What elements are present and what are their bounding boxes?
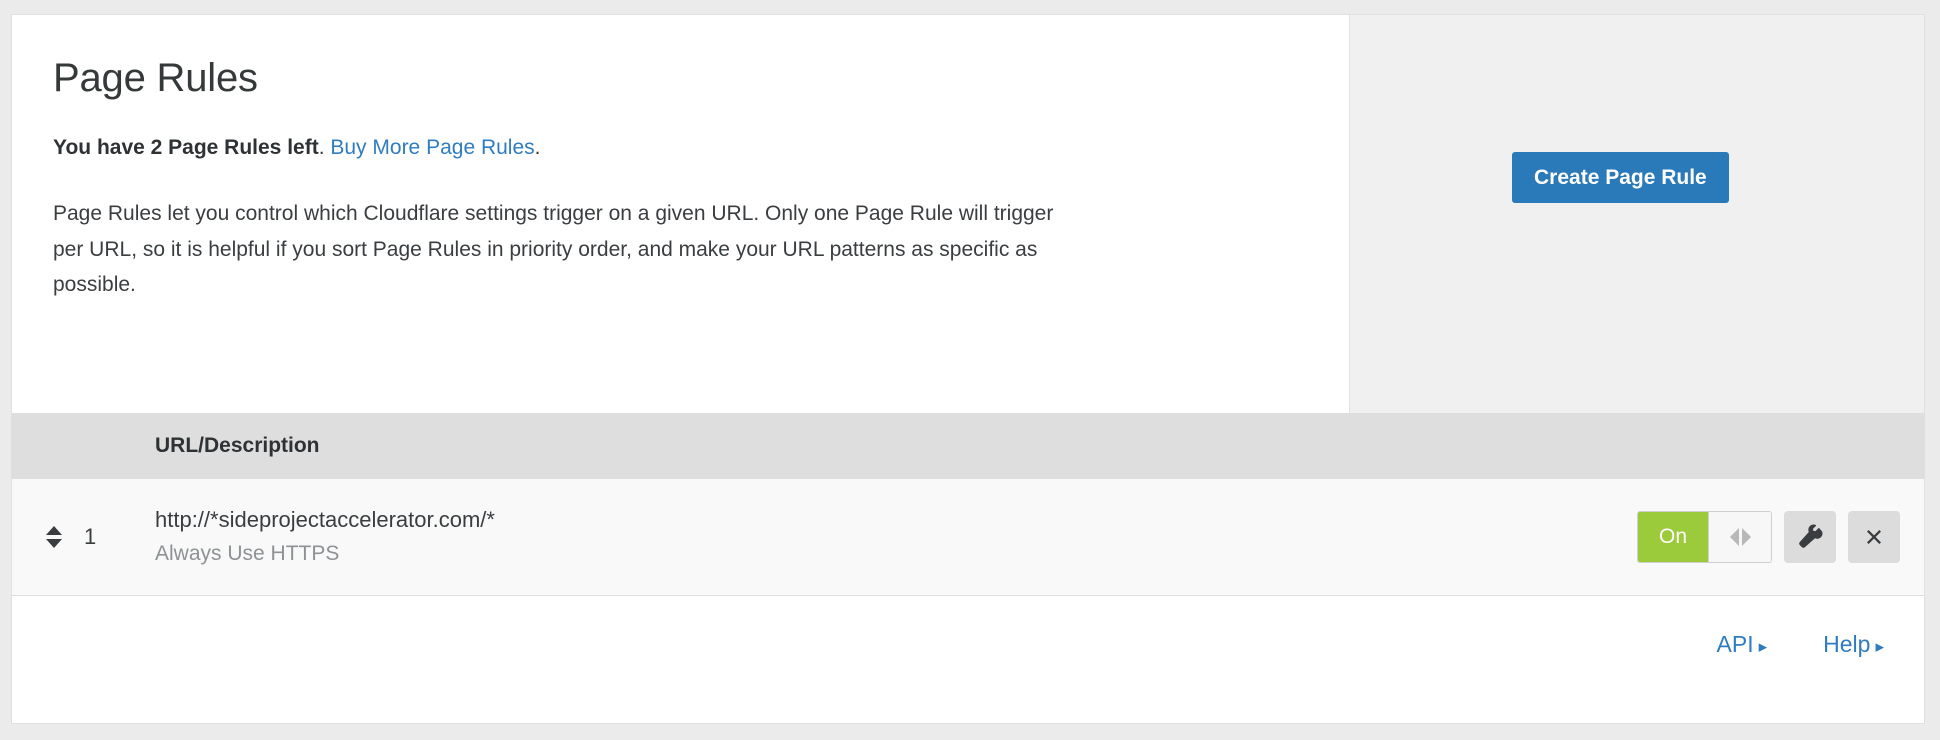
caret-right-icon: ▸ [1875, 636, 1884, 656]
intro-column: Page Rules You have 2 Page Rules left. B… [12, 15, 1350, 413]
rule-setting-summary: Always Use HTTPS [155, 542, 340, 565]
rule-priority-index: 1 [84, 524, 97, 549]
toggle-knob[interactable] [1708, 512, 1771, 562]
rule-enable-toggle[interactable]: On [1637, 511, 1772, 563]
buy-more-page-rules-link[interactable]: Buy More Page Rules [330, 136, 534, 159]
create-page-rule-button[interactable]: Create Page Rule [1512, 152, 1729, 203]
caret-right-icon: ▸ [1758, 636, 1768, 656]
sort-handle-icon[interactable] [40, 526, 68, 548]
quota-remaining-text: You have 2 Page Rules left [53, 136, 319, 159]
toggle-state-label: On [1638, 512, 1708, 562]
table-row: 1 http://*sideprojectaccelerator.com/* A… [12, 479, 1924, 596]
quota-status: You have 2 Page Rules left. Buy More Pag… [53, 135, 1299, 161]
page-rules-card: Page Rules You have 2 Page Rules left. B… [11, 14, 1925, 724]
help-link-label: Help [1823, 630, 1871, 657]
intro-section: Page Rules You have 2 Page Rules left. B… [12, 15, 1924, 413]
column-header-url-description: URL/Description [155, 434, 320, 457]
close-icon [1862, 525, 1886, 549]
arrow-down-icon [46, 539, 62, 548]
action-column: Create Page Rule [1350, 15, 1924, 413]
table-header-row: URL/Description [12, 413, 1924, 479]
page-title: Page Rules [53, 56, 258, 100]
quota-trailing-period: . [534, 136, 541, 159]
api-link[interactable]: API ▸ [1717, 631, 1768, 658]
delete-rule-button[interactable] [1848, 511, 1900, 563]
wrench-icon [1797, 524, 1823, 550]
arrow-left-icon [1729, 528, 1739, 546]
arrow-right-icon [1741, 528, 1751, 546]
edit-rule-button[interactable] [1784, 511, 1836, 563]
quota-separator: . [318, 136, 331, 159]
card-footer: API ▸ Help ▸ [12, 596, 1924, 692]
api-link-label: API [1716, 630, 1754, 657]
rule-actions: On [1637, 511, 1900, 563]
arrow-up-icon [46, 526, 62, 535]
rule-url: http://*sideprojectaccelerator.com/* [155, 507, 495, 532]
help-link[interactable]: Help ▸ [1823, 631, 1884, 658]
page-rules-description: Page Rules let you control which Cloudfl… [53, 202, 1054, 296]
rule-details: http://*sideprojectaccelerator.com/* Alw… [155, 505, 495, 569]
